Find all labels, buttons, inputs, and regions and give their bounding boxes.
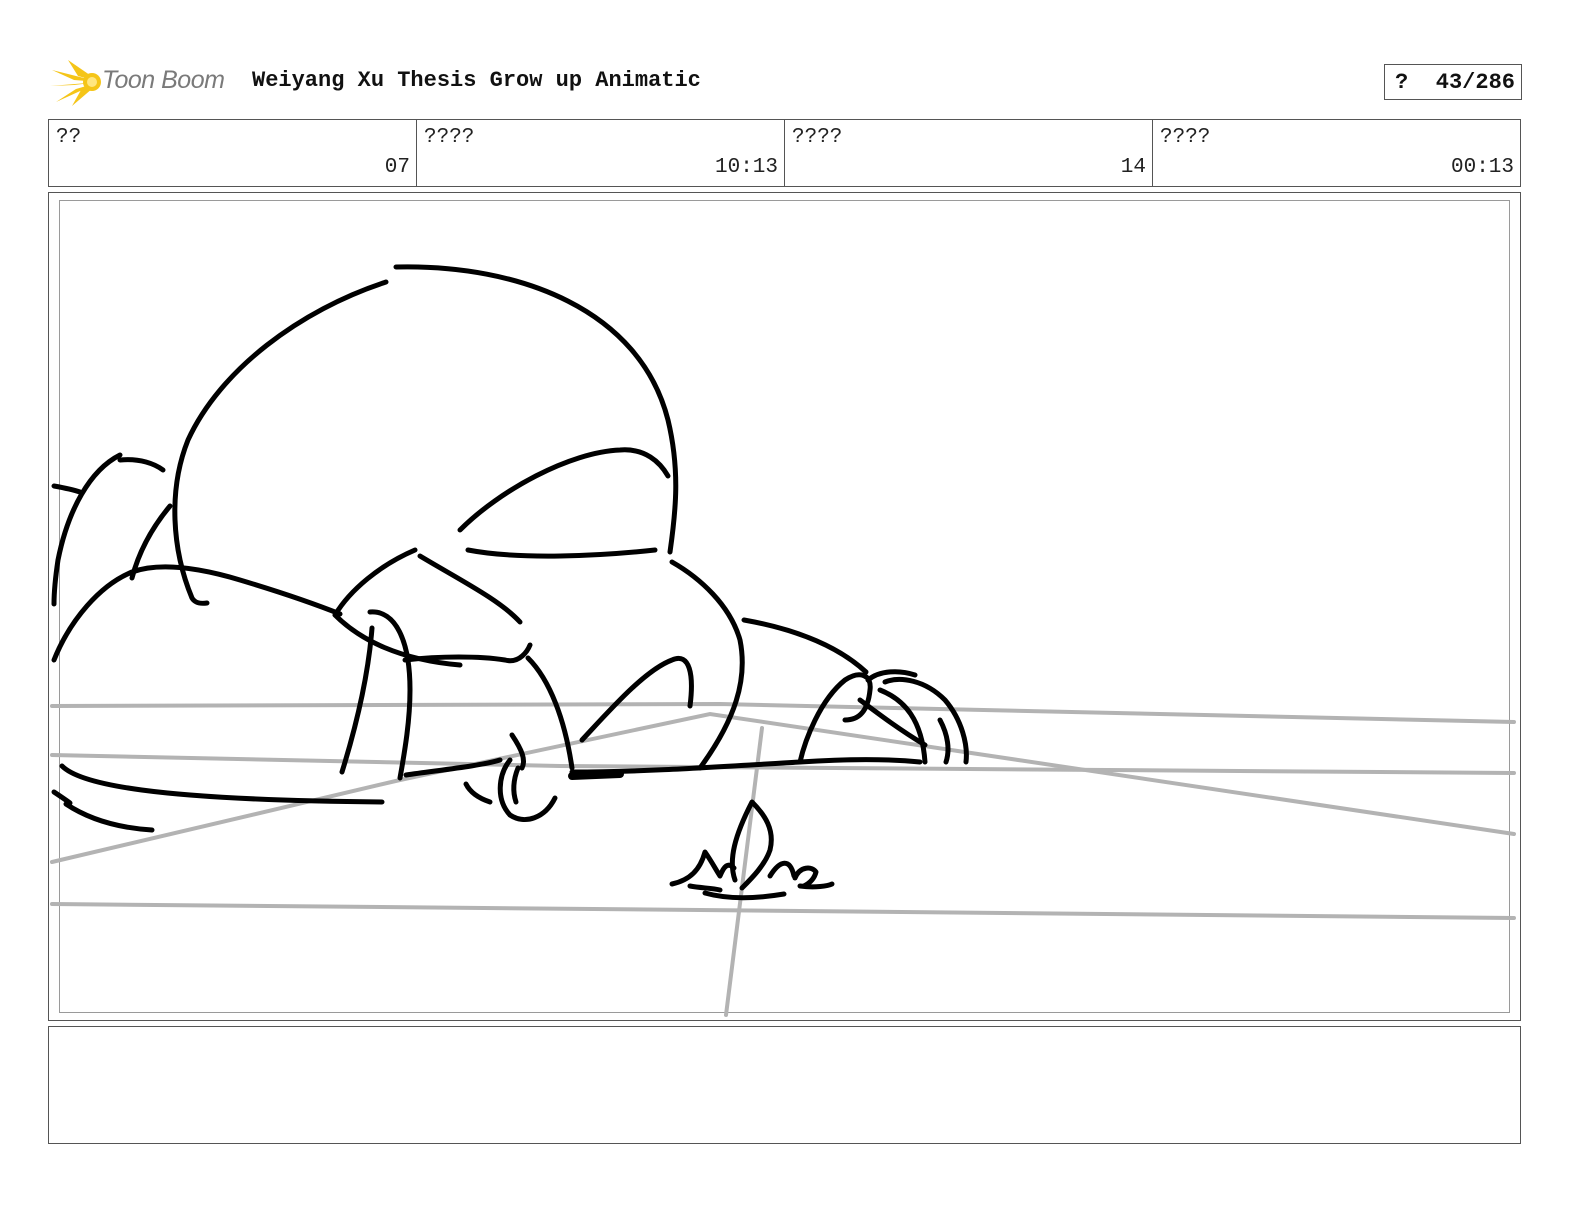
info-label: ???? (792, 126, 843, 149)
character-sketch (51, 264, 969, 833)
shadow-strokes (568, 770, 624, 780)
page-label: ? (1395, 70, 1409, 95)
info-label: ???? (1160, 126, 1211, 149)
info-value: 07 (384, 156, 410, 179)
info-cell-panel-duration: ???? 00:13 (1153, 120, 1520, 186)
scene-info-row: ?? 07 ???? 10:13 ???? 14 ???? 00:13 (48, 119, 1521, 187)
info-label: ???? (424, 126, 475, 149)
page-number: 43/286 (1435, 70, 1515, 95)
info-value: 00:13 (1450, 156, 1514, 179)
info-cell-duration: ???? 10:13 (417, 120, 785, 186)
logo-text: Toon Boom (102, 66, 225, 94)
page-header: Toon Boom Weiyang Xu Thesis Grow up Anim… (48, 56, 1522, 108)
info-value: 10:13 (714, 156, 778, 179)
info-label: ?? (56, 126, 82, 149)
perspective-guides (50, 701, 1516, 1017)
notes-box (48, 1026, 1521, 1144)
storyboard-sketch (50, 264, 1516, 1017)
project-title: Weiyang Xu Thesis Grow up Animatic (252, 68, 701, 93)
page-indicator: ? 43/286 (1384, 64, 1522, 100)
starburst-icon (50, 60, 101, 106)
info-value: 14 (1120, 156, 1146, 179)
info-cell-scene: ?? 07 (49, 120, 417, 186)
toon-boom-logo: Toon Boom (48, 56, 238, 108)
info-cell-panel: ???? 14 (785, 120, 1153, 186)
